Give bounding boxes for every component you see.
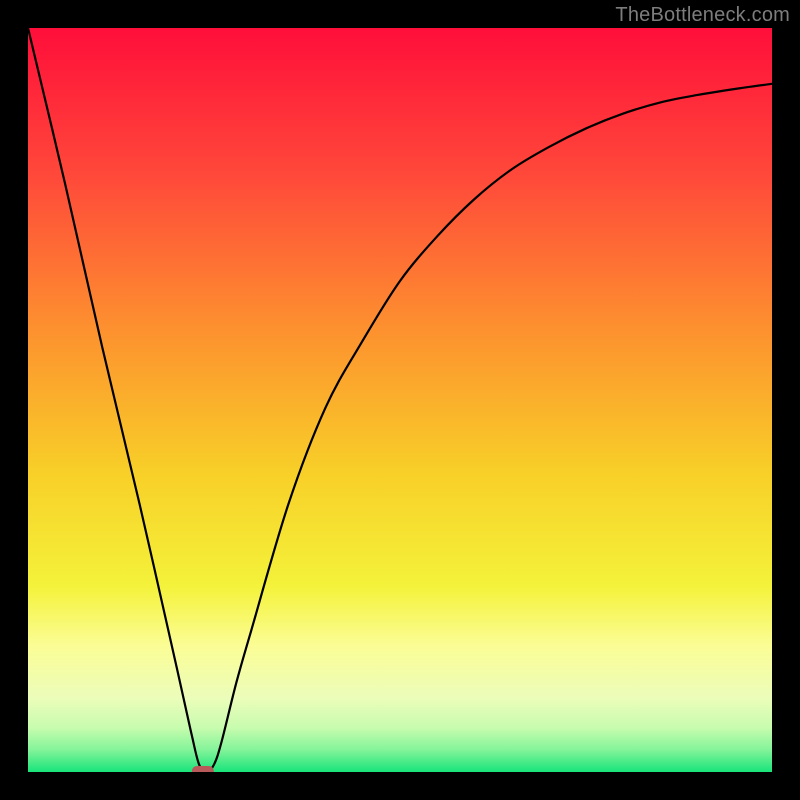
min-marker	[192, 766, 214, 772]
bottleneck-chart	[28, 28, 772, 772]
attribution-text: TheBottleneck.com	[615, 4, 790, 27]
chart-frame: TheBottleneck.com	[0, 0, 800, 800]
plot-background	[28, 28, 772, 772]
